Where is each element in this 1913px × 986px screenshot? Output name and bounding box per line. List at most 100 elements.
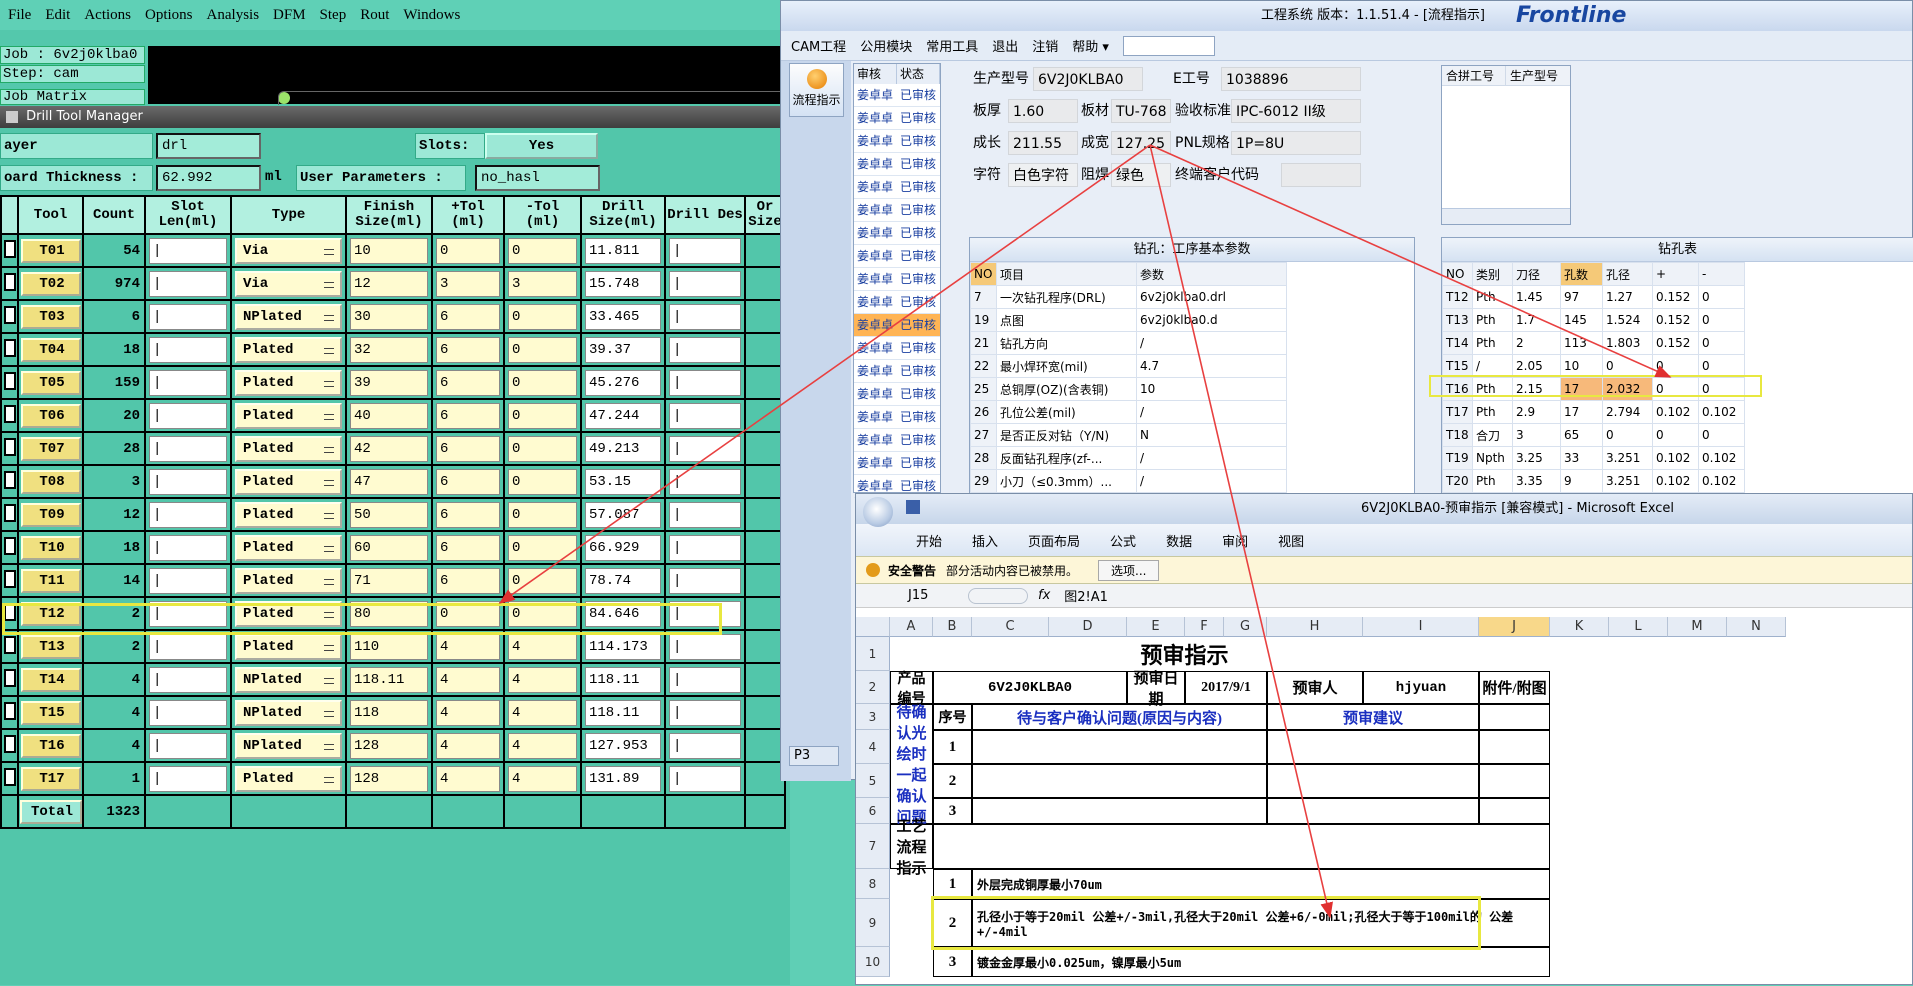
type-select[interactable]: Plated [235,534,342,561]
board-thickness-field[interactable]: 62.992 [156,165,261,191]
type-select[interactable]: NPlated [235,732,342,759]
menu-edit[interactable]: Edit [45,7,70,24]
type-select[interactable]: Via [235,270,342,297]
corner-cell[interactable] [856,617,890,637]
audit-row[interactable]: 姜卓卓 已审核 [854,222,940,245]
type-select[interactable]: Plated [235,633,342,660]
row-header[interactable]: 5 [856,764,890,798]
process-no[interactable]: 1 [933,869,972,899]
column-header[interactable]: E [1127,617,1185,637]
drill-size-input[interactable]: 118.11 [585,699,661,726]
tool-button[interactable]: T14 [20,667,81,692]
attach-cell[interactable] [1479,798,1550,824]
finish-size-input[interactable]: 30 [350,303,428,330]
suggest-label[interactable]: 预审建议 [1267,704,1479,730]
tool-button[interactable]: T10 [20,535,81,560]
params-row[interactable]: 22 最小焊环宽(mil) 4.7 [970,354,1287,378]
drill-des-input[interactable]: | [669,435,741,462]
minus-tol-input[interactable]: 0 [508,468,577,495]
audit-row[interactable]: 姜卓卓 已审核 [854,314,940,337]
drill-des-input[interactable]: | [669,699,741,726]
issue-no[interactable]: 1 [933,730,972,764]
finish-size-input[interactable]: 128 [350,765,428,792]
type-select[interactable]: Plated [235,369,342,396]
column-header[interactable]: A [890,617,933,637]
plus-tol-input[interactable]: 4 [436,765,500,792]
column-header[interactable]: B [933,617,972,637]
erp-combo[interactable] [1122,35,1215,56]
office-button-icon[interactable] [863,497,893,527]
audit-row[interactable]: 姜卓卓 已审核 [854,429,940,452]
slot-len-input[interactable]: | [149,435,227,462]
issue-text[interactable] [972,764,1267,798]
menu-tools[interactable]: 常用工具 [926,36,978,55]
tool-button[interactable]: T06 [20,403,81,428]
save-icon[interactable] [906,500,920,514]
mat-field[interactable]: TU-768 [1111,99,1171,123]
tool-button[interactable]: T16 [20,733,81,758]
drill-size-input[interactable]: 11.811 [585,237,661,264]
plus-tol-input[interactable]: 6 [436,567,500,594]
minus-tol-input[interactable]: 4 [508,765,577,792]
merge-scrollbar[interactable] [1442,208,1570,224]
row-header[interactable]: 6 [856,798,890,824]
tab-view[interactable]: 视图 [1278,531,1304,550]
menu-exit[interactable]: 退出 [992,36,1018,55]
row-header[interactable]: 8 [856,869,890,899]
params-row[interactable]: 25 总铜厚(OZ)(含表铜) 10 [970,377,1287,401]
column-header[interactable]: H [1267,617,1363,637]
pnl-field[interactable]: 1P=8U [1231,131,1361,155]
minus-tol-input[interactable]: 0 [508,501,577,528]
dtable-row[interactable]: T13 Pth 1.7 145 1.524 0.152 0 [1442,308,1745,332]
sheet-title[interactable]: 预审指示 [890,637,1479,671]
drill-size-input[interactable]: 49.213 [585,435,661,462]
slot-len-input[interactable]: | [149,567,227,594]
product-no-value[interactable]: 6V2J0KLBA0 [933,671,1127,704]
params-row[interactable]: 29 小刀（≤0.3mm）... / [970,469,1287,493]
minus-tol-input[interactable]: 0 [508,534,577,561]
slot-len-input[interactable]: | [149,369,227,396]
drill-size-input[interactable]: 39.37 [585,336,661,363]
column-header[interactable]: I [1363,617,1479,637]
slot-len-input[interactable]: | [149,732,227,759]
finish-size-input[interactable]: 10 [350,237,428,264]
tool-button[interactable]: T08 [20,469,81,494]
dtable-row[interactable]: T20 Pth 3.35 9 3.251 0.102 0.102 [1442,469,1745,493]
audit-row[interactable]: 姜卓卓 已审核 [854,130,940,153]
finish-size-input[interactable]: 128 [350,732,428,759]
attach-cell[interactable] [1479,764,1550,798]
reviewer-label[interactable]: 预审人 [1267,671,1363,704]
params-row[interactable]: 26 孔位公差(mil) / [970,400,1287,424]
row-checkbox[interactable] [3,305,16,324]
slot-len-input[interactable]: | [149,303,227,330]
type-select[interactable]: NPlated [235,699,342,726]
formula-input[interactable]: 图2!A1 [1064,586,1108,605]
plus-tol-input[interactable]: 6 [436,468,500,495]
slot-len-input[interactable]: | [149,699,227,726]
audit-row[interactable]: 姜卓卓 已审核 [854,452,940,475]
minus-tol-input[interactable]: 0 [508,336,577,363]
tab-home[interactable]: 开始 [916,531,942,550]
type-select[interactable]: Plated [235,468,342,495]
slot-len-input[interactable]: | [149,336,227,363]
type-select[interactable]: NPlated [235,666,342,693]
drill-des-input[interactable]: | [669,336,741,363]
tool-button[interactable]: T03 [20,304,81,329]
row-header[interactable]: 7 [856,824,890,869]
audit-row[interactable]: 姜卓卓 已审核 [854,107,940,130]
drill-size-input[interactable]: 118.11 [585,666,661,693]
row-header[interactable]: 2 [856,671,890,704]
menu-file[interactable]: File [8,7,31,24]
type-select[interactable]: Plated [235,501,342,528]
tool-button[interactable]: T05 [20,370,81,395]
params-row[interactable]: 28 反面钻孔程序(zf-... / [970,446,1287,470]
menu-public[interactable]: 公用模块 [860,36,912,55]
column-header[interactable]: C [972,617,1049,637]
minus-tol-input[interactable]: 0 [508,567,577,594]
drill-des-input[interactable]: | [669,732,741,759]
row-checkbox[interactable] [3,767,16,786]
audit-row[interactable]: 姜卓卓 已审核 [854,176,940,199]
layer-field[interactable]: drl [156,133,261,159]
drill-size-input[interactable]: 114.173 [585,633,661,660]
type-select[interactable]: NPlated [235,303,342,330]
